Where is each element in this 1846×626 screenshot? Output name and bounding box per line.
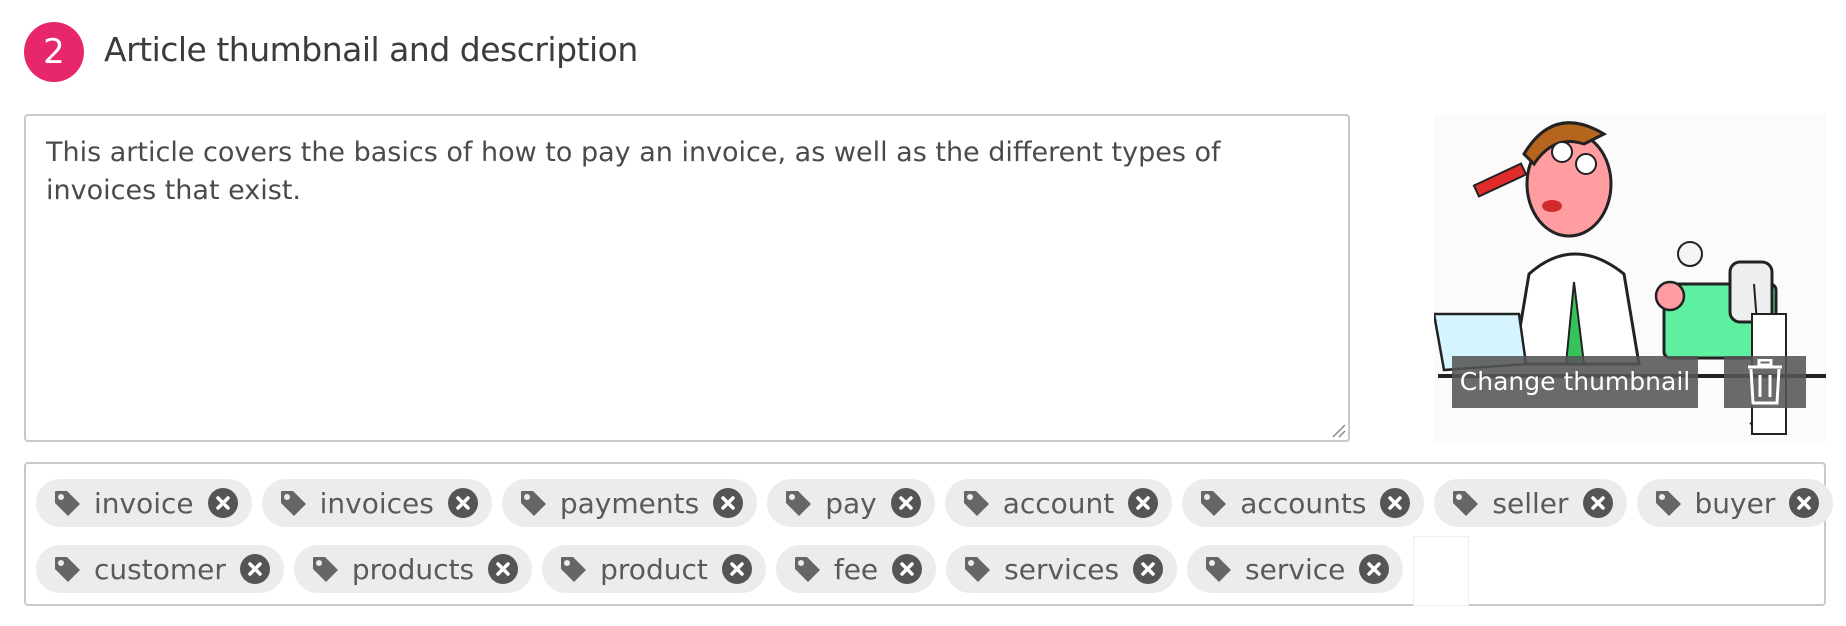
description-textarea[interactable]: This article covers the basics of how to… (24, 114, 1350, 442)
tags-row-2: customer products product fee services servic… (36, 536, 1470, 606)
thumbnail-container: Change thumbnail (1434, 114, 1826, 442)
close-circle-icon[interactable] (1789, 488, 1820, 518)
close-circle-icon[interactable] (239, 554, 270, 584)
tag-icon (961, 488, 991, 518)
tag-label: seller (1492, 486, 1569, 520)
tag-label: service (1245, 552, 1346, 586)
tag-label: products (351, 552, 475, 586)
tag-icon (1198, 488, 1228, 518)
close-circle-icon[interactable] (1380, 488, 1411, 518)
close-circle-icon[interactable] (1133, 554, 1164, 584)
tag-label: buyer (1694, 486, 1776, 520)
tag-chip[interactable]: payments (501, 479, 758, 527)
tag-chip[interactable]: customer (36, 545, 284, 593)
description-text[interactable]: This article covers the basics of how to… (46, 134, 1278, 210)
tag-icon (558, 554, 588, 584)
close-circle-icon[interactable] (890, 488, 921, 518)
tags-field[interactable]: invoice invoices payments pay account account… (24, 462, 1834, 606)
tag-icon (518, 488, 548, 518)
tag-chip[interactable]: services (946, 545, 1178, 593)
close-circle-icon[interactable] (488, 554, 519, 584)
tag-icon (962, 554, 992, 584)
tag-chip[interactable]: product (542, 545, 766, 593)
tag-chip[interactable]: invoices (261, 479, 492, 527)
tag-label: product (600, 552, 708, 586)
tag-label: invoice (94, 486, 194, 520)
tag-label: pay (825, 486, 877, 520)
section-title: Article thumbnail and description (104, 30, 638, 69)
close-circle-icon[interactable] (1582, 488, 1613, 518)
step-number-badge: 2 (24, 22, 84, 82)
tag-chip[interactable]: service (1187, 545, 1404, 593)
tag-icon (783, 488, 813, 518)
tag-label: account (1002, 486, 1115, 520)
tag-label: payments (559, 486, 700, 520)
delete-thumbnail-button[interactable] (1724, 356, 1806, 408)
tag-chip[interactable]: fee (775, 545, 937, 593)
close-circle-icon[interactable] (892, 554, 923, 584)
tag-label: invoices (319, 486, 434, 520)
change-thumbnail-button[interactable]: Change thumbnail (1452, 356, 1698, 408)
new-tag-input[interactable] (1413, 536, 1470, 606)
close-circle-icon[interactable] (1359, 554, 1390, 584)
close-circle-icon[interactable] (207, 488, 238, 518)
tag-icon (1653, 488, 1683, 518)
tag-chip[interactable]: buyer (1636, 479, 1834, 527)
tag-label: services (1004, 552, 1120, 586)
tag-icon (1450, 488, 1480, 518)
close-circle-icon[interactable] (1128, 488, 1159, 518)
tag-chip[interactable]: products (293, 545, 533, 593)
tag-icon (1203, 554, 1233, 584)
tag-chip[interactable]: pay (767, 479, 935, 527)
tag-icon (52, 554, 82, 584)
tag-label: accounts (1240, 486, 1367, 520)
resize-handle-icon[interactable] (1330, 422, 1346, 438)
tag-icon (792, 554, 822, 584)
close-circle-icon[interactable] (721, 554, 752, 584)
tags-row-1: invoice invoices payments pay account account… (36, 479, 1834, 527)
tag-chip[interactable]: accounts (1182, 479, 1425, 527)
tag-chip[interactable]: account (944, 479, 1173, 527)
tag-chip[interactable]: seller (1434, 479, 1627, 527)
tag-label: fee (833, 552, 879, 586)
tag-icon (310, 554, 340, 584)
trash-icon (1748, 359, 1782, 405)
close-circle-icon[interactable] (713, 488, 744, 518)
tag-label: customer (94, 552, 226, 586)
tag-icon (52, 488, 82, 518)
close-circle-icon[interactable] (447, 488, 478, 518)
tag-icon (278, 488, 308, 518)
tag-chip[interactable]: invoice (36, 479, 252, 527)
